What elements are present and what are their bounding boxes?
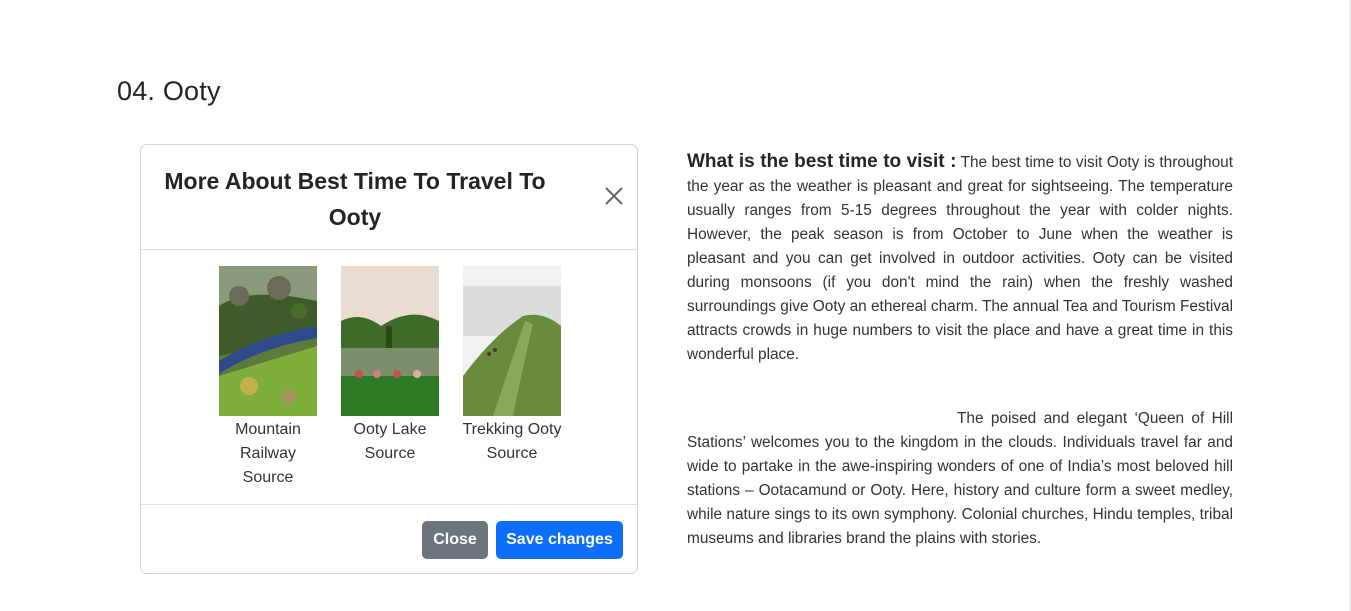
paragraph-best-time: What is the best time to visit : The bes…	[687, 150, 1233, 367]
close-button[interactable]: Close	[422, 521, 488, 559]
trekking-photo	[463, 266, 561, 416]
question-heading: What is the best time to visit :	[687, 151, 957, 172]
paragraph-queen-of-hills: The poised and elegant ‘Queen of Hill St…	[687, 410, 1233, 547]
image-card-lake: Ooty Lake Source	[335, 266, 445, 466]
image-card-trekking: Trekking Ooty Source	[457, 266, 567, 466]
ooty-lake-photo	[341, 266, 439, 416]
modal-body: Mountain Railway Source Ooty Lake Source	[141, 250, 637, 505]
modal-title: More About Best Time To Travel To Ooty	[164, 168, 546, 230]
save-changes-button[interactable]: Save changes	[496, 521, 623, 559]
image-caption: Trekking Ooty Source	[462, 421, 562, 462]
article-text: What is the best time to visit : The bes…	[687, 150, 1233, 551]
image-caption: Mountain Railway Source	[235, 421, 301, 486]
paragraph-text: The best time to visit Ooty is throughou…	[687, 154, 1233, 363]
image-caption: Ooty Lake Source	[353, 421, 427, 462]
image-card-railway: Mountain Railway Source	[213, 266, 323, 490]
modal-footer: Close Save changes	[141, 505, 637, 573]
modal-dialog: More About Best Time To Travel To Ooty M…	[140, 144, 638, 574]
modal-header: More About Best Time To Travel To Ooty	[141, 145, 637, 250]
mountain-railway-photo	[219, 266, 317, 416]
section-title: 04. Ooty	[117, 76, 221, 106]
close-icon[interactable]	[603, 185, 625, 207]
